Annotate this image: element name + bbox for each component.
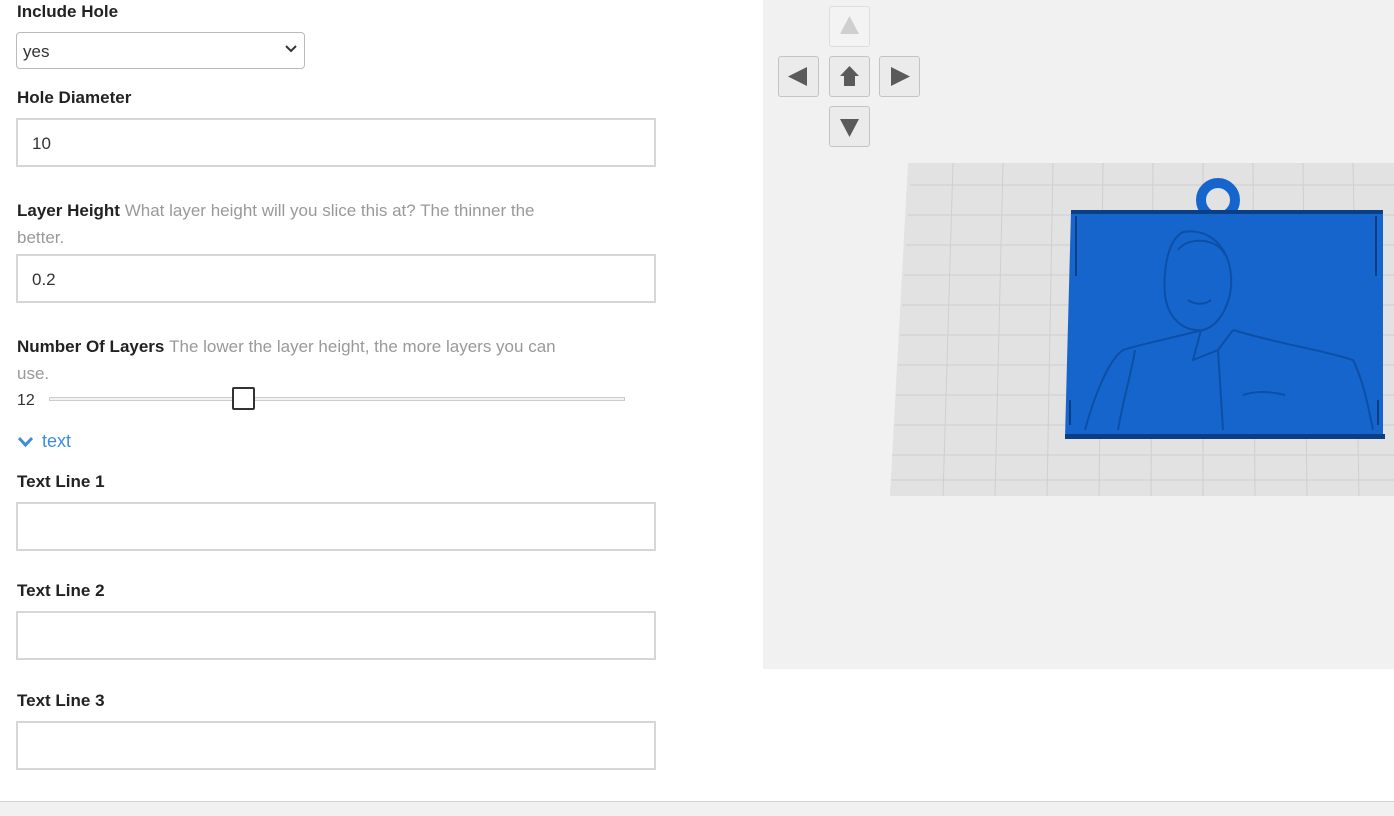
hole-diameter-label: Hole Diameter [17,88,132,107]
model-scene[interactable] [763,0,1394,669]
number-of-layers-value: 12 [17,392,35,409]
home-icon [840,66,859,86]
number-of-layers-help-cont: use. [17,364,50,383]
page-bottom-border [0,801,1394,816]
number-of-layers-help: The lower the layer height, the more lay… [169,337,556,356]
include-hole-label: Include Hole [17,2,119,21]
arrow-down-icon [840,119,859,137]
text-line-3-input[interactable] [16,721,656,770]
text-line-1-label: Text Line 1 [17,472,105,491]
text-section-label: text [42,431,72,451]
arrow-left-icon [788,67,807,86]
number-of-layers-title: Number Of Layers [17,337,165,356]
reset-view-button[interactable] [829,56,870,97]
rotate-left-button[interactable] [778,56,819,97]
number-of-layers-slider-thumb[interactable] [232,387,255,410]
rotate-down-button[interactable] [829,106,870,147]
arrow-right-icon [891,67,910,86]
text-line-2-label: Text Line 2 [17,581,105,600]
layer-height-input[interactable]: 0.2 [16,254,656,303]
text-section-toggle[interactable]: text [17,431,71,452]
layer-height-help-cont: better. [17,228,65,247]
hole-diameter-input[interactable]: 10 [16,118,656,167]
3d-preview-viewer[interactable] [763,0,1394,669]
text-line-2-input[interactable] [16,611,656,660]
text-line-3-label: Text Line 3 [17,691,105,710]
text-line-1-input[interactable] [16,502,656,551]
number-of-layers-label: Number Of Layers The lower the layer hei… [17,333,617,387]
lithophane-model [1065,210,1385,439]
chevron-down-icon [17,437,34,448]
include-hole-value: yes [23,42,50,61]
rotate-right-button[interactable] [879,56,920,97]
arrow-up-icon [840,16,859,34]
chevron-down-icon [285,45,297,53]
include-hole-select[interactable]: yes [16,32,305,69]
layer-height-title: Layer Height [17,201,120,220]
layer-height-help: What layer height will you slice this at… [124,201,535,220]
rotate-up-button[interactable] [829,6,870,47]
number-of-layers-slider-track[interactable] [49,397,625,401]
layer-height-label: Layer Height What layer height will you … [17,197,617,251]
